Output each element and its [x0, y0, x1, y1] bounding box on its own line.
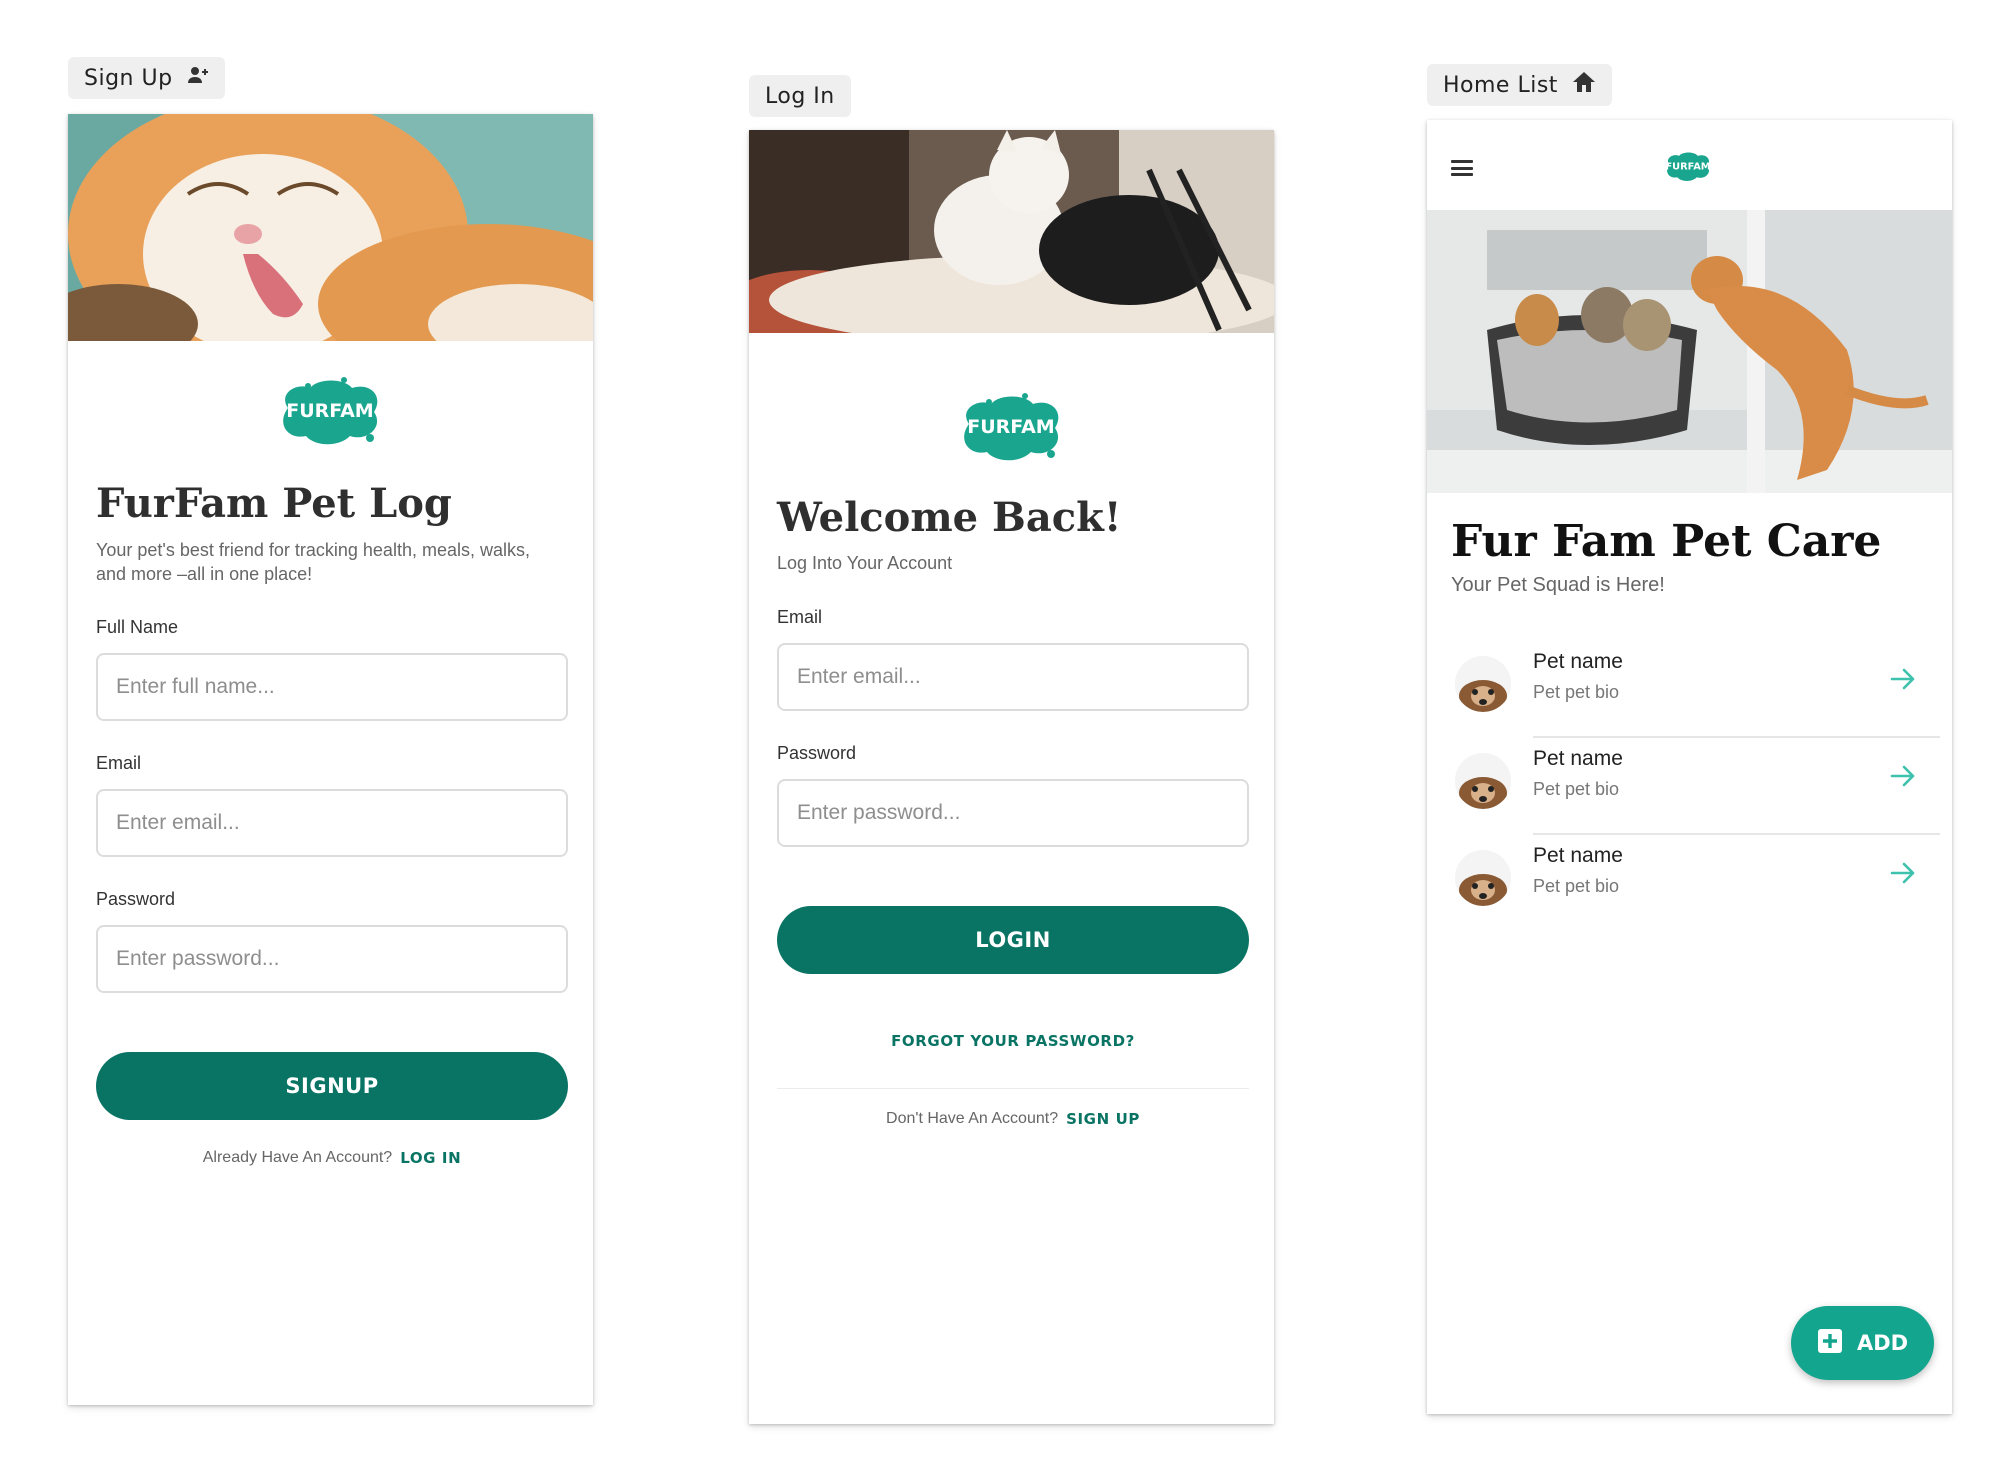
arrow-right-icon[interactable] [1888, 664, 1918, 694]
pet-bio: Pet pet bio [1533, 876, 1620, 896]
pet-name: Pet name [1533, 747, 1623, 770]
pet-list-item[interactable]: Pet name Pet pet bio [1427, 834, 1952, 932]
page-title: Welcome Back! [777, 494, 1122, 541]
login-link[interactable]: LOG IN [400, 1149, 461, 1167]
login-prompt: Already Have An Account? LOG IN [96, 1149, 568, 1167]
home-frame-label: Home List [1427, 64, 1612, 106]
password-input[interactable] [777, 779, 1249, 847]
logo-text: FURFAM [286, 400, 373, 422]
home-hero-image [1427, 210, 1952, 493]
login-frame-label-text: Log In [765, 83, 835, 109]
furfam-logo: FURFAM [274, 376, 386, 450]
pet-list-item[interactable]: Pet name Pet pet bio [1427, 737, 1952, 835]
signup-button[interactable]: SIGNUP [96, 1052, 568, 1120]
home-icon [1572, 71, 1596, 99]
login-frame-label: Log In [749, 75, 851, 117]
add-label: ADD [1857, 1331, 1909, 1355]
email-label: Email [96, 753, 142, 773]
login-prompt-text: Already Have An Account? [202, 1149, 393, 1166]
pet-avatar [1455, 850, 1511, 906]
forgot-password-link[interactable]: FORGOT YOUR PASSWORD? [891, 1032, 1135, 1050]
pet-list-item[interactable]: Pet name Pet pet bio [1427, 640, 1952, 738]
pet-name: Pet name [1533, 844, 1623, 867]
full-name-input[interactable] [96, 653, 568, 721]
arrow-right-icon[interactable] [1888, 761, 1918, 791]
forgot-password-row: FORGOT YOUR PASSWORD? [777, 1032, 1249, 1050]
login-button[interactable]: LOGIN [777, 906, 1249, 974]
email-input[interactable] [96, 789, 568, 857]
page-title: Fur Fam Pet Care [1451, 516, 1882, 567]
add-user-icon [187, 65, 209, 91]
plus-square-icon [1817, 1328, 1843, 1359]
home-screen: FURFAM Fur Fam Pet Care Your Pet Squad i… [1427, 120, 1952, 1414]
signup-frame-label: Sign Up [68, 57, 225, 99]
page-subtitle: Your pet's best friend for tracking heal… [96, 540, 530, 584]
password-label: Password [96, 889, 176, 909]
pet-name: Pet name [1533, 650, 1623, 673]
home-frame-label-text: Home List [1443, 72, 1558, 98]
login-screen: FURFAM Welcome Back! Log Into Your Accou… [749, 130, 1274, 1424]
menu-icon[interactable] [1451, 160, 1473, 176]
email-input[interactable] [777, 643, 1249, 711]
furfam-logo: FURFAM [955, 392, 1067, 466]
signup-hero-image [68, 114, 593, 341]
signup-frame-label-text: Sign Up [84, 65, 173, 91]
arrow-right-icon[interactable] [1888, 858, 1918, 888]
pet-avatar [1455, 656, 1511, 712]
password-input[interactable] [96, 925, 568, 993]
pet-avatar [1455, 753, 1511, 809]
pet-bio: Pet pet bio [1533, 682, 1620, 702]
signup-prompt: Don't Have An Account? SIGN UP [777, 1110, 1249, 1128]
page-title: FurFam Pet Log [96, 480, 452, 527]
app-bar: FURFAM [1427, 120, 1952, 210]
logo-text: FURFAM [1665, 162, 1710, 173]
signup-screen: FURFAM FurFam Pet Log Your pet's best fr… [68, 114, 593, 1405]
page-subtitle: Your Pet Squad is Here! [1451, 574, 1665, 596]
page-subtitle: Log Into Your Account [777, 553, 953, 573]
login-hero-image [749, 130, 1274, 333]
full-name-label: Full Name [96, 617, 179, 637]
password-label: Password [777, 743, 857, 763]
divider [777, 1088, 1249, 1089]
logo-text: FURFAM [967, 416, 1054, 438]
email-label: Email [777, 607, 823, 627]
furfam-logo: FURFAM [1663, 150, 1713, 189]
signup-link[interactable]: SIGN UP [1066, 1110, 1140, 1128]
signup-prompt-text: Don't Have An Account? [886, 1110, 1059, 1127]
pet-bio: Pet pet bio [1533, 779, 1620, 799]
add-pet-button[interactable]: ADD [1791, 1306, 1935, 1380]
